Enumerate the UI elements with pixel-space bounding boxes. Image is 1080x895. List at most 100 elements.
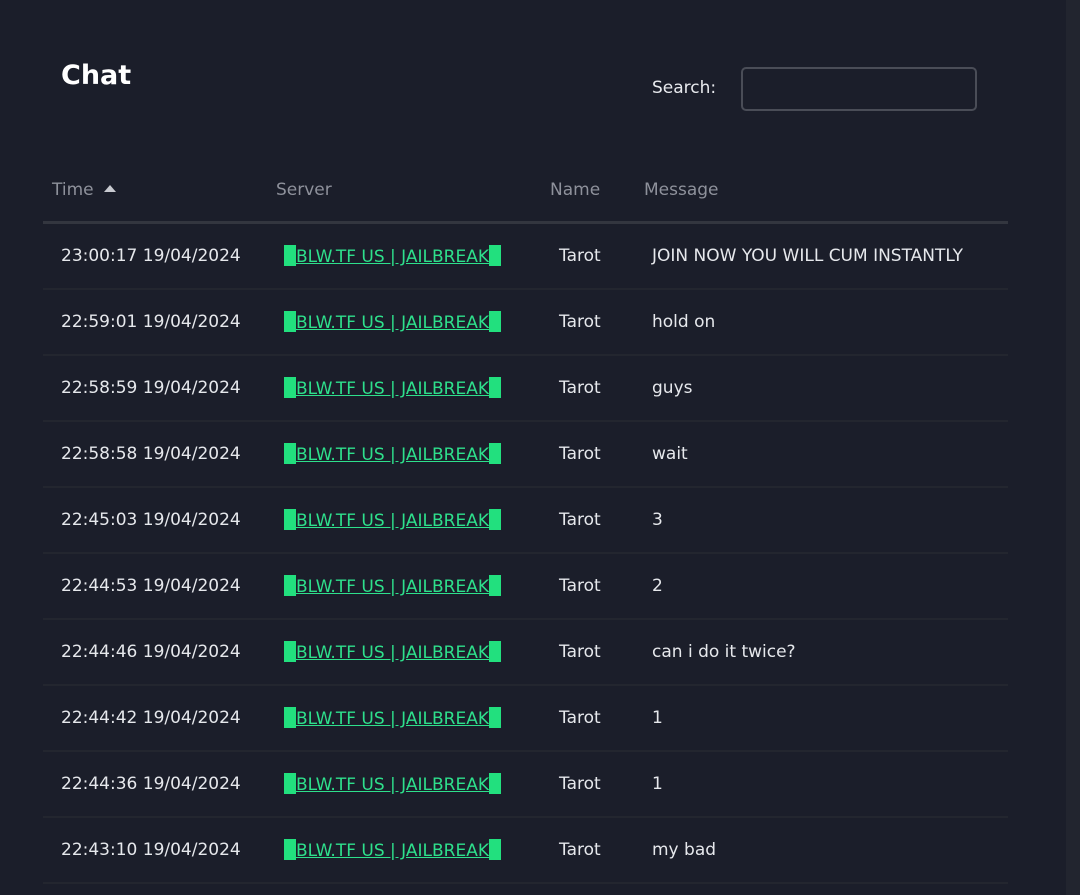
column-header-message[interactable]: Message — [636, 158, 1008, 224]
row-time: 22:45:03 19/04/2024 — [43, 487, 267, 554]
server-link-label: BLW.TF US | JAILBREAK — [296, 511, 489, 531]
table-row: 22:58:59 19/04/2024 BLW.TF US | JAILBREAK… — [43, 355, 1008, 422]
row-time: 22:44:53 19/04/2024 — [43, 553, 267, 620]
server-link-label: BLW.TF US | JAILBREAK — [296, 379, 489, 399]
server-block-left-icon — [284, 311, 296, 332]
column-header-name-label: Name — [550, 179, 601, 200]
row-name: Tarot — [550, 289, 636, 356]
row-time: 22:43:10 19/04/2024 — [43, 817, 267, 884]
row-name: Tarot — [550, 751, 636, 818]
row-server-cell: BLW.TF US | JAILBREAK — [267, 619, 550, 686]
column-header-server[interactable]: Server — [267, 158, 550, 224]
server-link[interactable]: BLW.TF US | JAILBREAK — [284, 509, 501, 531]
column-header-time[interactable]: Time — [43, 158, 267, 224]
server-link-label: BLW.TF US | JAILBREAK — [296, 313, 489, 333]
server-block-right-icon — [489, 509, 501, 530]
row-server-cell: BLW.TF US | JAILBREAK — [267, 421, 550, 488]
server-block-right-icon — [489, 773, 501, 794]
table-header-row: Time Server Name Message — [43, 158, 1008, 224]
server-block-right-icon — [489, 839, 501, 860]
row-server-cell: BLW.TF US | JAILBREAK — [267, 487, 550, 554]
row-message: wait — [636, 421, 1008, 488]
search-input[interactable] — [741, 67, 977, 111]
row-time: 23:00:17 19/04/2024 — [43, 222, 267, 290]
server-link[interactable]: BLW.TF US | JAILBREAK — [284, 707, 501, 729]
server-link-label: BLW.TF US | JAILBREAK — [296, 445, 489, 465]
row-server-cell: BLW.TF US | JAILBREAK — [267, 751, 550, 818]
row-time: 22:44:42 19/04/2024 — [43, 685, 267, 752]
server-link[interactable]: BLW.TF US | JAILBREAK — [284, 377, 501, 399]
server-block-right-icon — [489, 641, 501, 662]
server-block-left-icon — [284, 641, 296, 662]
row-message: can i do it twice? — [636, 619, 1008, 686]
server-block-left-icon — [284, 839, 296, 860]
server-block-left-icon — [284, 377, 296, 398]
table-row: 22:58:58 19/04/2024 BLW.TF US | JAILBREAK… — [43, 421, 1008, 488]
server-link-label: BLW.TF US | JAILBREAK — [296, 841, 489, 861]
page-title: Chat — [61, 60, 132, 91]
column-header-server-label: Server — [276, 179, 332, 200]
row-server-cell: BLW.TF US | JAILBREAK — [267, 685, 550, 752]
row-name: Tarot — [550, 619, 636, 686]
row-time: 22:58:59 19/04/2024 — [43, 355, 267, 422]
row-name: Tarot — [550, 817, 636, 884]
server-link[interactable]: BLW.TF US | JAILBREAK — [284, 773, 501, 795]
server-block-left-icon — [284, 509, 296, 530]
server-link[interactable]: BLW.TF US | JAILBREAK — [284, 641, 501, 663]
server-block-right-icon — [489, 377, 501, 398]
chat-rows: 23:00:17 19/04/2024 BLW.TF US | JAILBREAK… — [43, 222, 1008, 884]
server-link-label: BLW.TF US | JAILBREAK — [296, 247, 489, 267]
table-row: 22:43:10 19/04/2024 BLW.TF US | JAILBREAK… — [43, 817, 1008, 884]
row-name: Tarot — [550, 685, 636, 752]
column-header-time-label: Time — [52, 179, 94, 200]
row-message: my bad — [636, 817, 1008, 884]
chat-table: Time Server Name Message 23:00:17 19/04/… — [43, 158, 1008, 884]
row-time: 22:58:58 19/04/2024 — [43, 421, 267, 488]
row-message: JOIN NOW YOU WILL CUM INSTANTLY — [636, 222, 1008, 290]
row-server-cell: BLW.TF US | JAILBREAK — [267, 222, 550, 290]
table-row: 22:44:42 19/04/2024 BLW.TF US | JAILBREAK… — [43, 685, 1008, 752]
server-block-right-icon — [489, 311, 501, 332]
table-row: 22:44:36 19/04/2024 BLW.TF US | JAILBREAK… — [43, 751, 1008, 818]
row-name: Tarot — [550, 355, 636, 422]
search-label: Search: — [652, 78, 717, 98]
sort-ascending-icon — [103, 184, 116, 192]
server-block-left-icon — [284, 773, 296, 794]
server-link-label: BLW.TF US | JAILBREAK — [296, 775, 489, 795]
server-block-right-icon — [489, 245, 501, 266]
row-name: Tarot — [550, 487, 636, 554]
scrollbar-track[interactable] — [1066, 0, 1080, 895]
table-row: 22:44:53 19/04/2024 BLW.TF US | JAILBREAK… — [43, 553, 1008, 620]
server-block-left-icon — [284, 245, 296, 266]
row-name: Tarot — [550, 222, 636, 290]
server-block-right-icon — [489, 707, 501, 728]
table-row: 22:44:46 19/04/2024 BLW.TF US | JAILBREAK… — [43, 619, 1008, 686]
row-time: 22:59:01 19/04/2024 — [43, 289, 267, 356]
table-row: 23:00:17 19/04/2024 BLW.TF US | JAILBREAK… — [43, 222, 1008, 290]
row-time: 22:44:36 19/04/2024 — [43, 751, 267, 818]
row-server-cell: BLW.TF US | JAILBREAK — [267, 817, 550, 884]
server-link[interactable]: BLW.TF US | JAILBREAK — [284, 839, 501, 861]
server-link[interactable]: BLW.TF US | JAILBREAK — [284, 443, 501, 465]
row-server-cell: BLW.TF US | JAILBREAK — [267, 289, 550, 356]
row-name: Tarot — [550, 553, 636, 620]
server-link[interactable]: BLW.TF US | JAILBREAK — [284, 311, 501, 333]
row-message: hold on — [636, 289, 1008, 356]
server-block-left-icon — [284, 443, 296, 464]
server-block-right-icon — [489, 575, 501, 596]
table-row: 22:45:03 19/04/2024 BLW.TF US | JAILBREAK… — [43, 487, 1008, 554]
server-link[interactable]: BLW.TF US | JAILBREAK — [284, 575, 501, 597]
row-server-cell: BLW.TF US | JAILBREAK — [267, 355, 550, 422]
server-block-right-icon — [489, 443, 501, 464]
server-block-left-icon — [284, 707, 296, 728]
row-message: 2 — [636, 553, 1008, 620]
row-name: Tarot — [550, 421, 636, 488]
server-link-label: BLW.TF US | JAILBREAK — [296, 709, 489, 729]
chat-panel: Chat Search: Time Server Name Message 23… — [0, 0, 1066, 895]
server-link-label: BLW.TF US | JAILBREAK — [296, 577, 489, 597]
server-link[interactable]: BLW.TF US | JAILBREAK — [284, 245, 501, 267]
column-header-name[interactable]: Name — [550, 158, 636, 224]
column-header-message-label: Message — [644, 179, 719, 200]
table-row: 22:59:01 19/04/2024 BLW.TF US | JAILBREAK… — [43, 289, 1008, 356]
server-block-left-icon — [284, 575, 296, 596]
